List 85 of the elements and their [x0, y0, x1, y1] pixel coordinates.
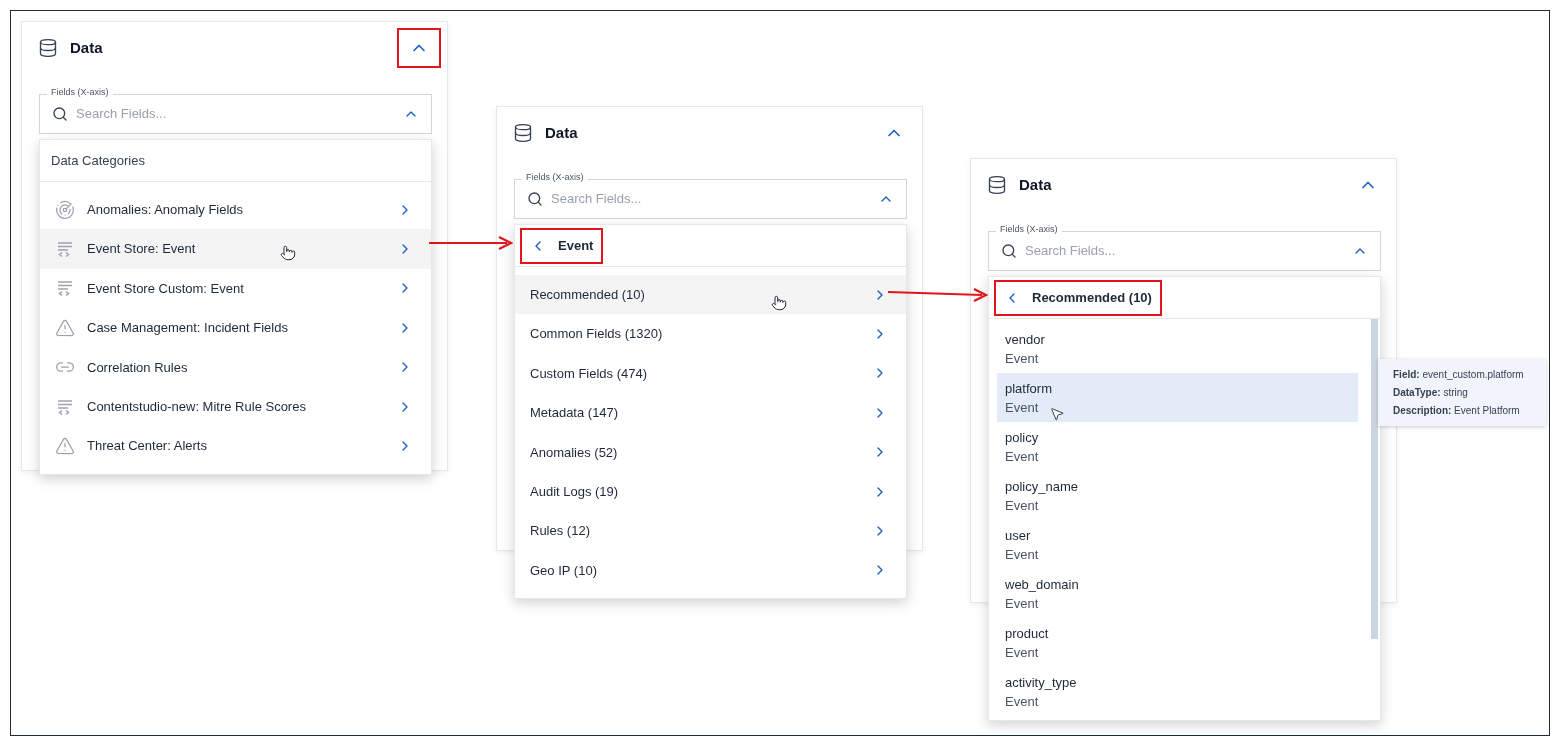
group-label: Metadata (147) [530, 404, 619, 423]
mouse-pointer-icon [1049, 406, 1065, 422]
group-item[interactable]: Audit Logs (19) [515, 471, 906, 512]
category-item[interactable]: Correlation Rules [40, 347, 431, 387]
field-item[interactable]: activity_type Event [997, 667, 1358, 716]
group-label: Anomalies (52) [530, 443, 618, 462]
group-item[interactable]: Custom Fields (474) [515, 353, 906, 394]
field-name: user [1005, 526, 1031, 545]
hand-cursor-icon [280, 245, 296, 262]
field-source: Event [1005, 496, 1039, 515]
search-placeholder: Search Fields... [76, 105, 168, 124]
field-name: product [1005, 624, 1049, 643]
group-label: Common Fields (1320) [530, 325, 663, 344]
field-item[interactable]: policy_name Event [997, 471, 1358, 520]
category-label: Correlation Rules [87, 358, 188, 377]
field-name: vendor [1005, 330, 1045, 349]
warning-icon [55, 317, 75, 338]
group-item[interactable]: Recommended (10) [515, 275, 906, 315]
category-label: Anomalies: Anomaly Fields [87, 200, 244, 219]
tooltip-line: DataType: string [1393, 386, 1469, 400]
field-item[interactable]: web_domain Event [997, 569, 1358, 618]
category-item[interactable]: Event Store: Event [40, 229, 431, 269]
field-item[interactable]: policy Event [997, 422, 1358, 471]
field-name: platform [1005, 379, 1052, 398]
category-label: Threat Center: Alerts [87, 437, 207, 456]
hand-cursor-icon [771, 295, 787, 311]
category-label: Event Store: Event [87, 240, 196, 259]
database-icon [513, 123, 533, 143]
field-item[interactable]: product Event [997, 618, 1358, 667]
event-list-icon [55, 239, 75, 260]
field-source: Event [1005, 692, 1039, 711]
event-list-icon [55, 278, 75, 299]
search-placeholder: Search Fields... [1025, 242, 1117, 261]
group-item[interactable]: Common Fields (1320) [515, 314, 906, 354]
field-name: web_domain [1005, 575, 1079, 594]
category-item[interactable]: Event Store Custom: Event [40, 268, 431, 309]
scrollbar-thumb[interactable] [1371, 319, 1378, 639]
group-label: Recommended (10) [530, 285, 645, 304]
group-item[interactable]: Anomalies (52) [515, 432, 906, 472]
database-icon [38, 38, 58, 58]
category-label: Event Store Custom: Event [87, 279, 244, 298]
back-button[interactable]: Recommended (10) [994, 279, 1162, 316]
field-label: Fields (X-axis) [522, 170, 588, 184]
field-source: Event [1005, 398, 1039, 417]
field-source: Event [1005, 349, 1039, 368]
warning-icon [55, 436, 75, 457]
category-label: Contentstudio-new: Mitre Rule Scores [87, 397, 306, 416]
group-item[interactable]: Rules (12) [515, 511, 906, 551]
group-label: Custom Fields (474) [530, 364, 648, 383]
search-icon [527, 191, 543, 207]
search-icon [1001, 243, 1017, 259]
back-button[interactable]: Event [520, 227, 604, 264]
field-source: Event [1005, 594, 1039, 613]
radar-icon [55, 199, 75, 220]
field-item[interactable]: platform Event [997, 373, 1358, 422]
category-item[interactable]: Anomalies: Anomaly Fields [40, 190, 431, 230]
tooltip-line: Description: Event Platform [1393, 404, 1521, 418]
group-label: Geo IP (10) [530, 561, 597, 580]
database-icon [987, 175, 1007, 195]
field-source: Event [1005, 643, 1039, 662]
group-label: Audit Logs (19) [530, 482, 619, 501]
group-item[interactable]: Geo IP (10) [515, 550, 906, 591]
category-item[interactable]: Threat Center: Alerts [40, 426, 431, 466]
category-label: Case Management: Incident Fields [87, 319, 288, 338]
field-source: Event [1005, 545, 1039, 564]
card-title: Data [545, 122, 579, 143]
search-placeholder: Search Fields... [551, 190, 643, 209]
field-label: Fields (X-axis) [47, 85, 113, 99]
collapse-button[interactable] [397, 28, 441, 68]
card-title: Data [1019, 174, 1053, 195]
field-source: Event [1005, 447, 1039, 466]
group-item[interactable]: Metadata (147) [515, 393, 906, 433]
field-item[interactable]: vendor Event [997, 324, 1358, 373]
category-item[interactable]: Case Management: Incident Fields [40, 308, 431, 348]
field-name: policy_name [1005, 477, 1078, 496]
field-item[interactable]: user Event [997, 520, 1358, 569]
search-icon [52, 106, 68, 122]
menu-heading: Data Categories [50, 151, 146, 170]
field-name: activity_type [1005, 673, 1077, 692]
tooltip-line: Field: event_custom.platform [1393, 368, 1525, 382]
card-title: Data [70, 37, 104, 58]
field-label: Fields (X-axis) [996, 222, 1062, 236]
category-item[interactable]: Contentstudio-new: Mitre Rule Scores [40, 386, 431, 427]
field-name: policy [1005, 428, 1039, 447]
group-label: Rules (12) [530, 522, 590, 541]
